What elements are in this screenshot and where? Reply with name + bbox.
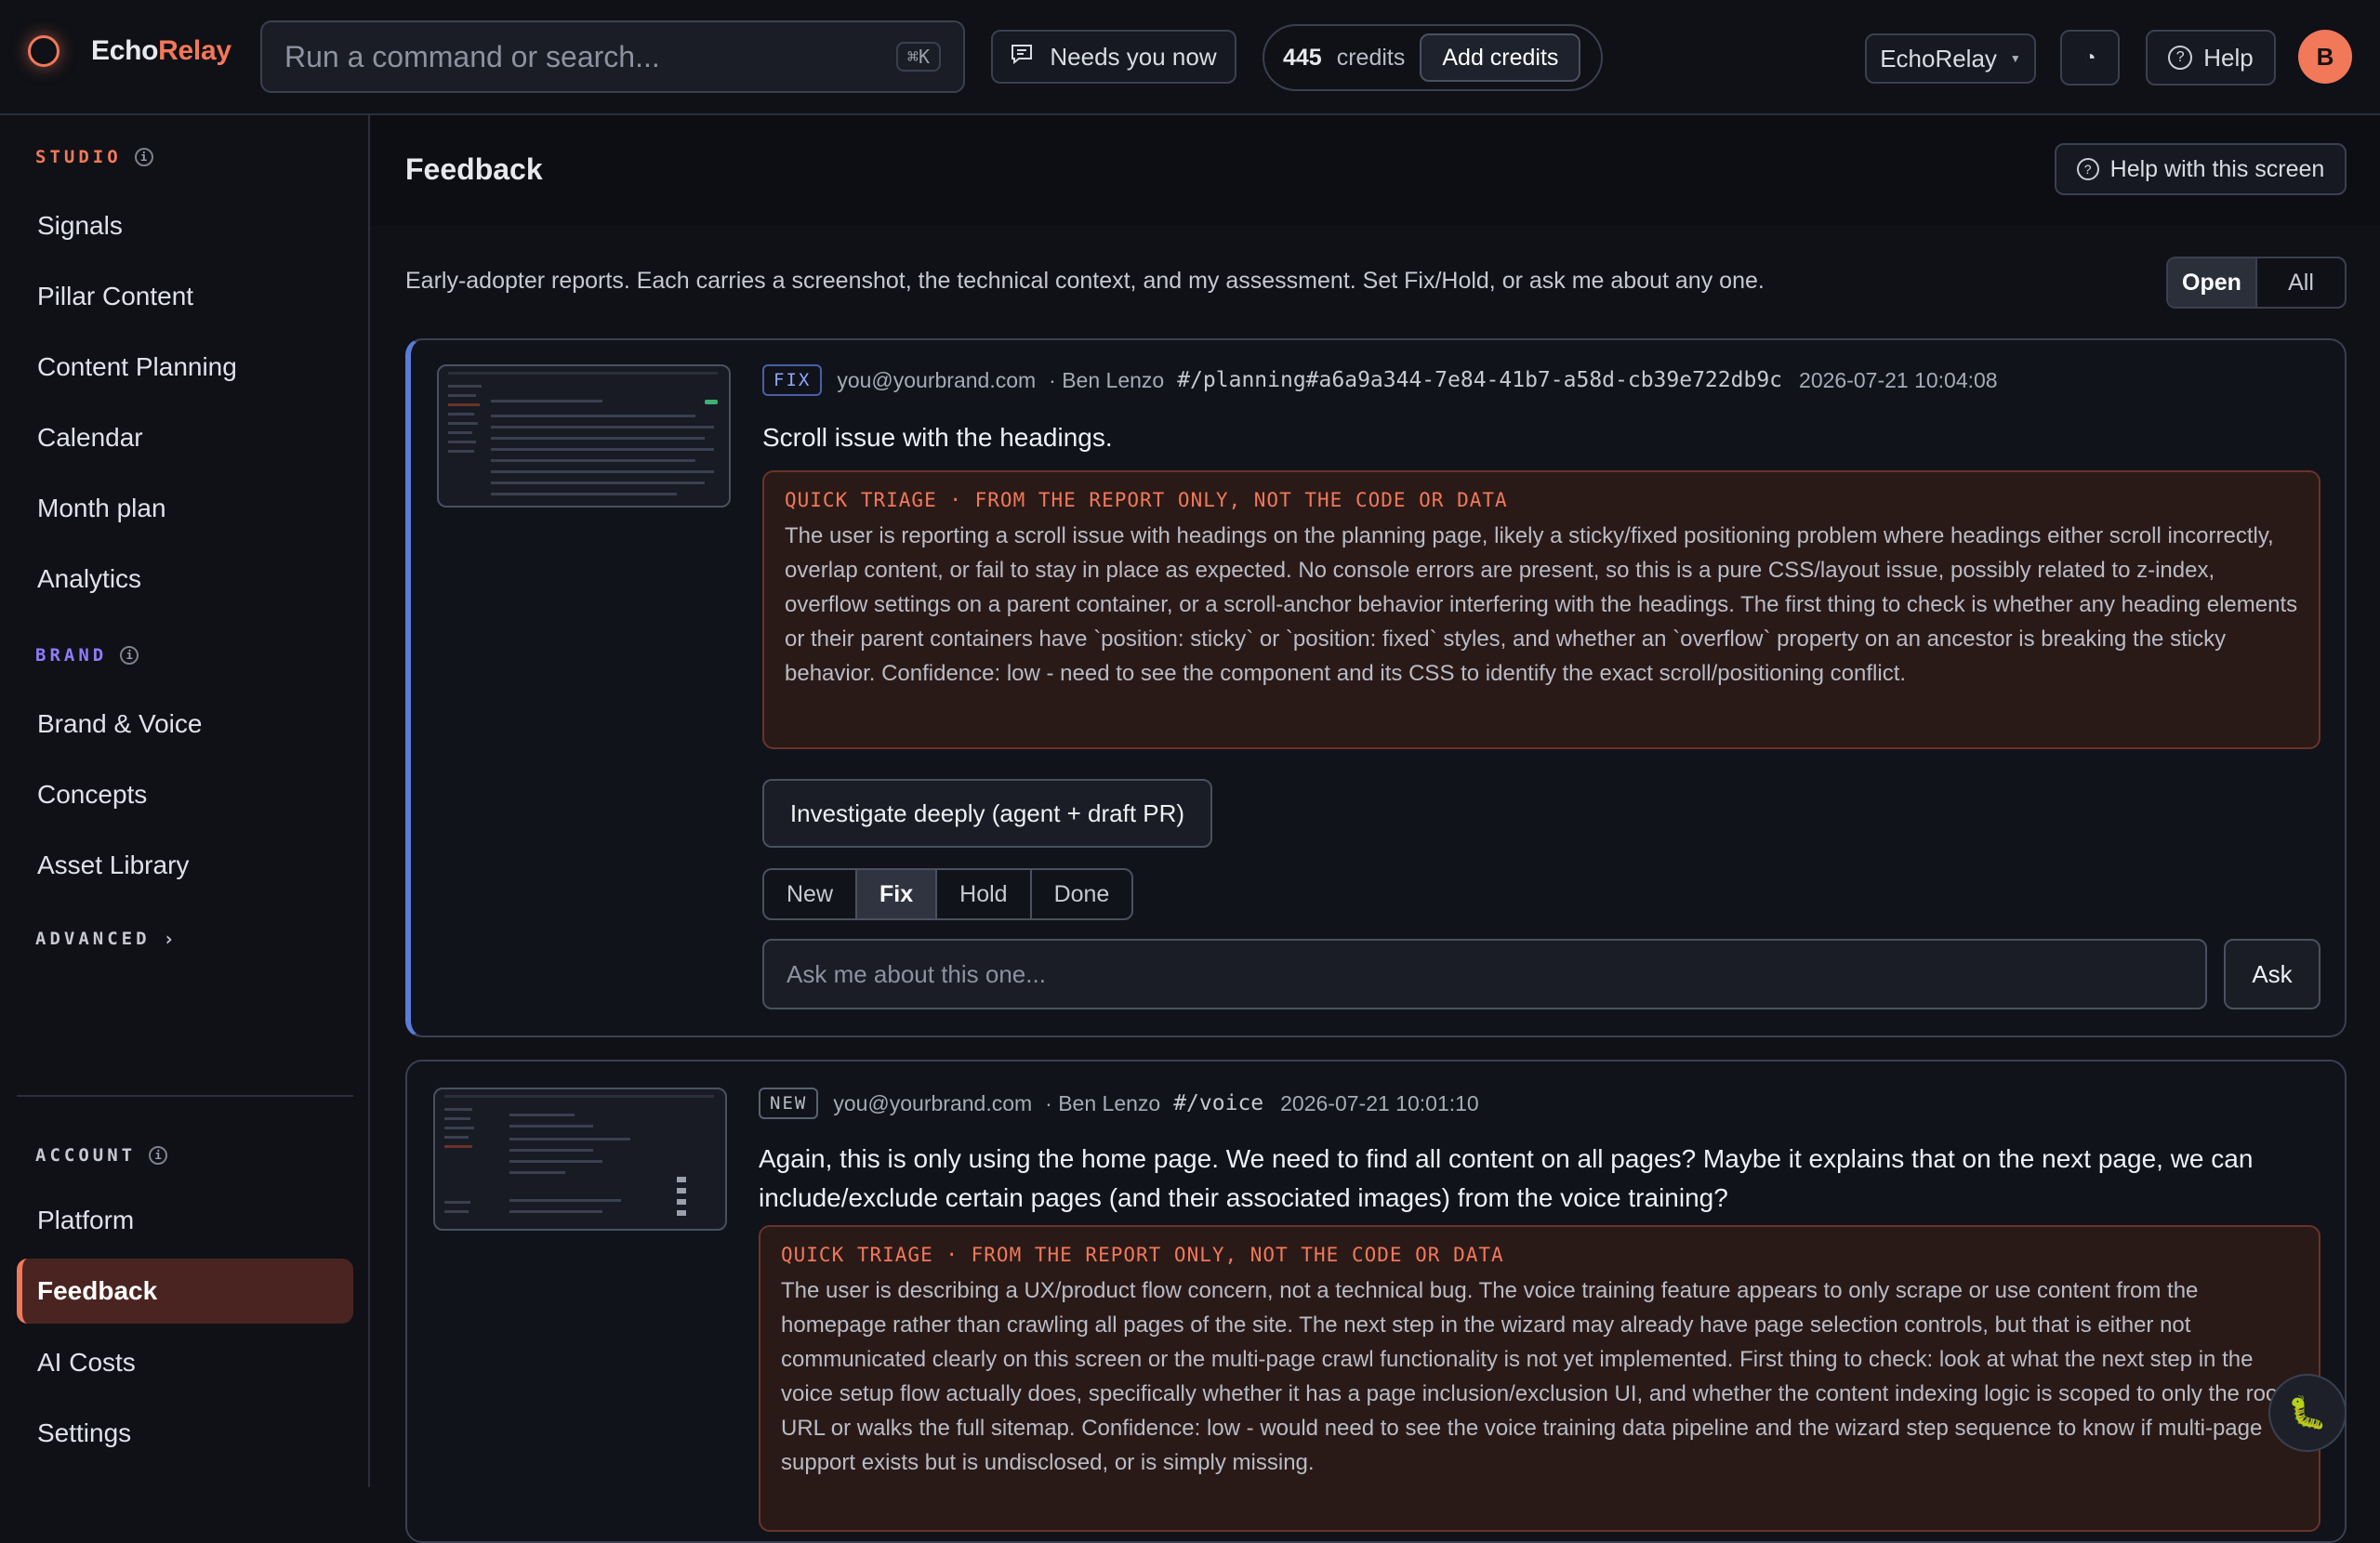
report-screenshot-thumbnail[interactable] (437, 364, 731, 508)
workspace-select[interactable]: EchoRelay ▼ (1865, 33, 2036, 84)
user-avatar[interactable]: B (2298, 30, 2352, 84)
top-bar: EchoRelay Run a command or search... ⌘K … (0, 0, 2380, 115)
bug-report-button[interactable]: 🐛 (2268, 1374, 2347, 1452)
status-badge: NEW (759, 1088, 819, 1119)
message-icon (1011, 44, 1033, 71)
report-title: Scroll issue with the headings. (762, 423, 1113, 452)
sidebar-item-content-planning[interactable]: Content Planning (17, 335, 353, 400)
sidebar-item-pillar-content[interactable]: Pillar Content (17, 264, 353, 329)
theme-icon: ◔ (2083, 46, 2096, 69)
report-route[interactable]: #/voice (1173, 1091, 1263, 1115)
theme-toggle-button[interactable]: ◔ (2060, 30, 2120, 86)
quick-triage-panel: QUICK TRIAGE · FROM THE REPORT ONLY, NOT… (759, 1225, 2320, 1532)
feedback-card[interactable]: FIX you@yourbrand.com · Ben Lenzo #/plan… (405, 338, 2347, 1037)
sidebar-item-platform[interactable]: Platform (17, 1188, 353, 1253)
filter-open[interactable]: Open (2168, 258, 2257, 307)
report-meta: FIX you@yourbrand.com · Ben Lenzo #/plan… (762, 364, 1998, 396)
credits-count: 445 (1283, 44, 1322, 71)
triage-label: QUICK TRIAGE · FROM THE REPORT ONLY, NOT… (785, 489, 1508, 511)
question-icon: ? (2168, 46, 2193, 70)
status-badge: FIX (762, 364, 823, 396)
info-icon[interactable]: i (149, 1146, 168, 1165)
sidebar-item-concepts[interactable]: Concepts (17, 762, 353, 827)
main-content: Feedback ? Help with this screen Early-a… (370, 115, 2380, 1543)
sidebar-item-asset-library[interactable]: Asset Library (17, 833, 353, 898)
sidebar-section-brand: BRAND i (35, 645, 139, 666)
sidebar-section-advanced[interactable]: ADVANCED › (35, 928, 175, 950)
reporter-email: you@yourbrand.com (833, 1090, 1033, 1115)
logo-mark-icon (28, 35, 60, 67)
app-logo[interactable]: EchoRelay (28, 35, 231, 67)
report-route[interactable]: #/planning#a6a9a344-7e84-41b7-a58d-cb39e… (1177, 368, 1782, 392)
report-title: Again, this is only using the home page.… (759, 1144, 2254, 1212)
triage-text: The user is reporting a scroll issue wit… (785, 523, 2298, 686)
info-icon[interactable]: i (120, 646, 139, 665)
reporter-email: you@yourbrand.com (837, 367, 1037, 392)
sidebar-item-signals[interactable]: Signals (17, 193, 353, 258)
page-subtitle: Early-adopter reports. Each carries a sc… (405, 268, 1765, 294)
bug-icon: 🐛 (2287, 1395, 2328, 1431)
page-title: Feedback (405, 152, 543, 186)
help-with-screen-label: Help with this screen (2109, 155, 2325, 182)
command-search-input[interactable]: Run a command or search... ⌘K (260, 20, 965, 93)
report-timestamp: 2026-07-21 10:04:08 (1799, 367, 1998, 392)
info-icon[interactable]: i (134, 148, 153, 166)
filter-all[interactable]: All (2257, 258, 2345, 307)
report-screenshot-thumbnail[interactable] (433, 1088, 727, 1231)
chevron-down-icon: ▼ (2009, 52, 2021, 65)
feedback-card[interactable]: NEW you@yourbrand.com · Ben Lenzo #/voic… (405, 1060, 2347, 1543)
sidebar: STUDIO i Signals Pillar Content Content … (0, 115, 370, 1487)
reporter-name: · Ben Lenzo (1049, 367, 1165, 392)
report-timestamp: 2026-07-21 10:01:10 (1280, 1090, 1479, 1115)
status-hold-button[interactable]: Hold (937, 870, 1032, 918)
ask-input[interactable] (762, 939, 2207, 1009)
sidebar-divider (17, 1095, 353, 1097)
credits-widget: 445 credits Add credits (1263, 24, 1603, 91)
sidebar-item-brand-voice[interactable]: Brand & Voice (17, 692, 353, 757)
help-button[interactable]: ? Help (2146, 30, 2276, 86)
app-name: EchoRelay (91, 35, 231, 66)
status-done-button[interactable]: Done (1032, 870, 1132, 918)
investigate-deeply-button[interactable]: Investigate deeply (agent + draft PR) (762, 779, 1212, 848)
status-fix-button[interactable]: Fix (857, 870, 938, 918)
add-credits-button[interactable]: Add credits (1420, 33, 1581, 82)
credits-label: credits (1336, 44, 1406, 71)
question-icon: ? (2076, 158, 2099, 180)
shortcut-badge: ⌘K (895, 42, 941, 72)
sidebar-section-account: ACCOUNT i (35, 1145, 168, 1166)
command-search-placeholder: Run a command or search... (284, 39, 660, 73)
triage-label: QUICK TRIAGE · FROM THE REPORT ONLY, NOT… (781, 1244, 1504, 1266)
quick-triage-panel: QUICK TRIAGE · FROM THE REPORT ONLY, NOT… (762, 470, 2320, 749)
workspace-name: EchoRelay (1880, 44, 1997, 73)
sidebar-item-month-plan[interactable]: Month plan (17, 476, 353, 541)
status-selector: New Fix Hold Done (762, 868, 1134, 920)
sidebar-item-calendar[interactable]: Calendar (17, 405, 353, 470)
status-new-button[interactable]: New (764, 870, 858, 918)
report-meta: NEW you@yourbrand.com · Ben Lenzo #/voic… (759, 1088, 1479, 1119)
help-label: Help (2203, 43, 2254, 72)
sidebar-section-studio: STUDIO i (35, 147, 153, 167)
sidebar-item-feedback[interactable]: Feedback (17, 1259, 353, 1324)
needs-you-now-label: Needs you now (1050, 42, 1217, 71)
page-header: Feedback ? Help with this screen (370, 115, 2380, 225)
sidebar-item-analytics[interactable]: Analytics (17, 547, 353, 612)
help-with-screen-button[interactable]: ? Help with this screen (2055, 143, 2347, 195)
triage-text: The user is describing a UX/product flow… (781, 1278, 2284, 1475)
filter-toggle: Open All (2166, 257, 2347, 309)
ask-button[interactable]: Ask (2224, 939, 2320, 1009)
chevron-right-icon: › (163, 928, 175, 950)
reporter-name: · Ben Lenzo (1045, 1090, 1161, 1115)
needs-you-now-button[interactable]: Needs you now (991, 30, 1236, 84)
sidebar-item-settings[interactable]: Settings (17, 1401, 353, 1466)
sidebar-item-ai-costs[interactable]: AI Costs (17, 1330, 353, 1395)
